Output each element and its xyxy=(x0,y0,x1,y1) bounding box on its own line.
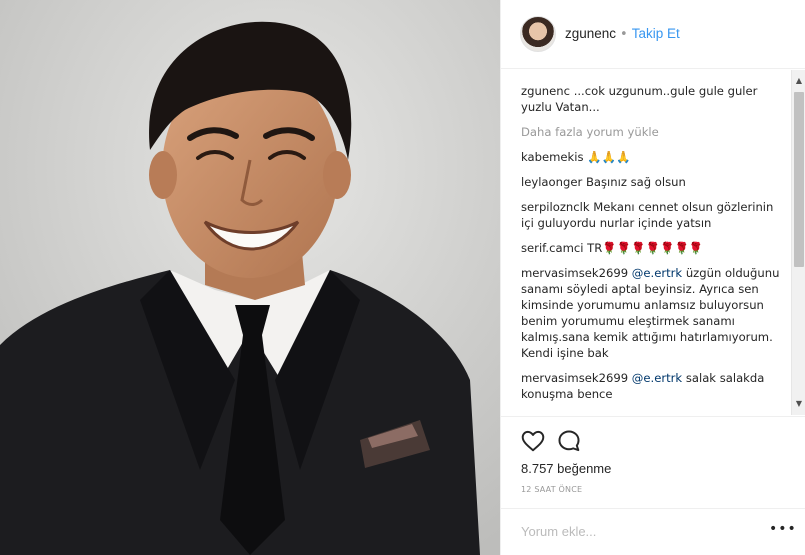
comment-input[interactable] xyxy=(521,521,751,541)
post-timestamp: 12 SAAT ÖNCE xyxy=(521,485,583,494)
comment-username-link[interactable]: leylaonger xyxy=(521,175,582,189)
comment-text: TR🌹🌹🌹🌹🌹🌹🌹 xyxy=(587,241,704,255)
comment-username-link[interactable]: mervasimsek2699 xyxy=(521,371,628,385)
header-separator: • xyxy=(620,27,628,42)
header-text: zgunenc • Takip Et xyxy=(565,26,680,43)
post-photo[interactable] xyxy=(0,0,500,555)
load-more-comments-link[interactable]: Daha fazla yorum yükle xyxy=(521,124,783,140)
add-comment-bar: ••• xyxy=(501,508,805,555)
header-username-link[interactable]: zgunenc xyxy=(565,26,616,41)
comment-username-link[interactable]: serpiloznclk xyxy=(521,200,590,214)
list-item: mervasimsek2699 @e.ertrk üzgün olduğunu … xyxy=(521,265,783,361)
comment-text: 🙏🙏🙏 xyxy=(587,150,631,164)
scroll-down-arrow-icon[interactable]: ▼ xyxy=(792,397,805,411)
comment-mention-link[interactable]: @e.ertrk xyxy=(632,266,682,280)
list-item: mervasimsek2699 @e.ertrk salak salakda k… xyxy=(521,370,783,402)
comment-username-link[interactable]: mervasimsek2699 xyxy=(521,266,628,280)
list-item: serpiloznclk Mekanı cennet olsun gözleri… xyxy=(521,199,783,231)
comment-username-link[interactable]: serif.camci xyxy=(521,241,583,255)
post-actions: 8.757 beğenme 12 SAAT ÖNCE xyxy=(501,416,805,508)
comment-username-link[interactable]: kabemekis xyxy=(521,150,584,164)
heart-icon xyxy=(521,430,545,452)
list-item: serif.camci TR🌹🌹🌹🌹🌹🌹🌹 xyxy=(521,240,783,256)
scrollbar-thumb[interactable] xyxy=(794,92,804,267)
list-item: leylaonger Başınız sağ olsun xyxy=(521,174,783,190)
post-photo-illustration xyxy=(0,0,500,555)
like-button[interactable] xyxy=(520,428,546,454)
follow-button[interactable]: Takip Et xyxy=(632,26,680,41)
avatar[interactable] xyxy=(520,16,556,52)
comment-button[interactable] xyxy=(556,428,582,454)
likes-count[interactable]: 8.757 beğenme xyxy=(521,461,611,476)
comment-bubble-icon xyxy=(558,430,580,452)
comments-scrollbar[interactable]: ▲ ▼ xyxy=(791,70,805,415)
list-item: kabemekis 🙏🙏🙏 xyxy=(521,149,783,165)
caption-comment: zgunenc ...cok uzgunum..gule gule guler … xyxy=(521,83,783,115)
comment-mention-link[interactable]: @e.ertrk xyxy=(632,371,682,385)
comment-text: üzgün olduğunu sanamı söyledi aptal beyi… xyxy=(521,266,780,360)
more-options-icon[interactable]: ••• xyxy=(769,521,797,537)
instagram-post-view: zgunenc • Takip Et zgunenc ...cok uzgunum.… xyxy=(0,0,805,555)
comment-text: Başınız sağ olsun xyxy=(585,175,686,189)
post-side-panel: zgunenc • Takip Et zgunenc ...cok uzgunum.… xyxy=(501,0,805,555)
scroll-up-arrow-icon[interactable]: ▲ xyxy=(792,74,805,88)
caption-username-link[interactable]: zgunenc xyxy=(521,84,570,98)
post-header: zgunenc • Takip Et xyxy=(501,0,805,69)
comments-list[interactable]: zgunenc ...cok uzgunum..gule gule guler … xyxy=(501,70,791,415)
